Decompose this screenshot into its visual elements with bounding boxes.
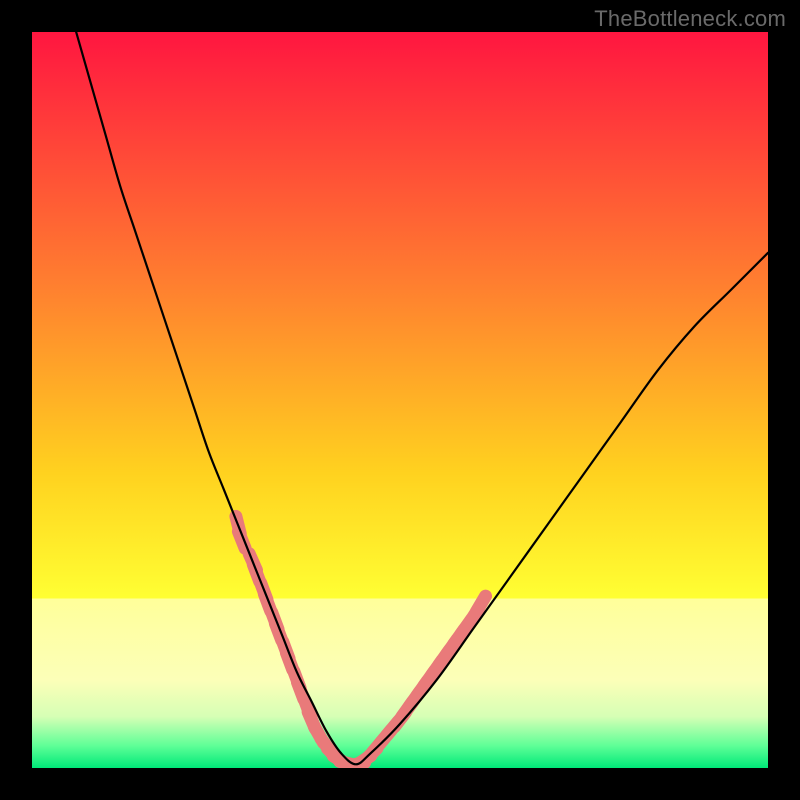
highlight-markers (236, 516, 486, 766)
chart-frame: TheBottleneck.com (0, 0, 800, 800)
curve-layer (32, 32, 768, 768)
plot-area (32, 32, 768, 768)
watermark-text: TheBottleneck.com (594, 6, 786, 32)
bottleneck-curve (76, 32, 768, 764)
marker-dash (476, 596, 485, 612)
